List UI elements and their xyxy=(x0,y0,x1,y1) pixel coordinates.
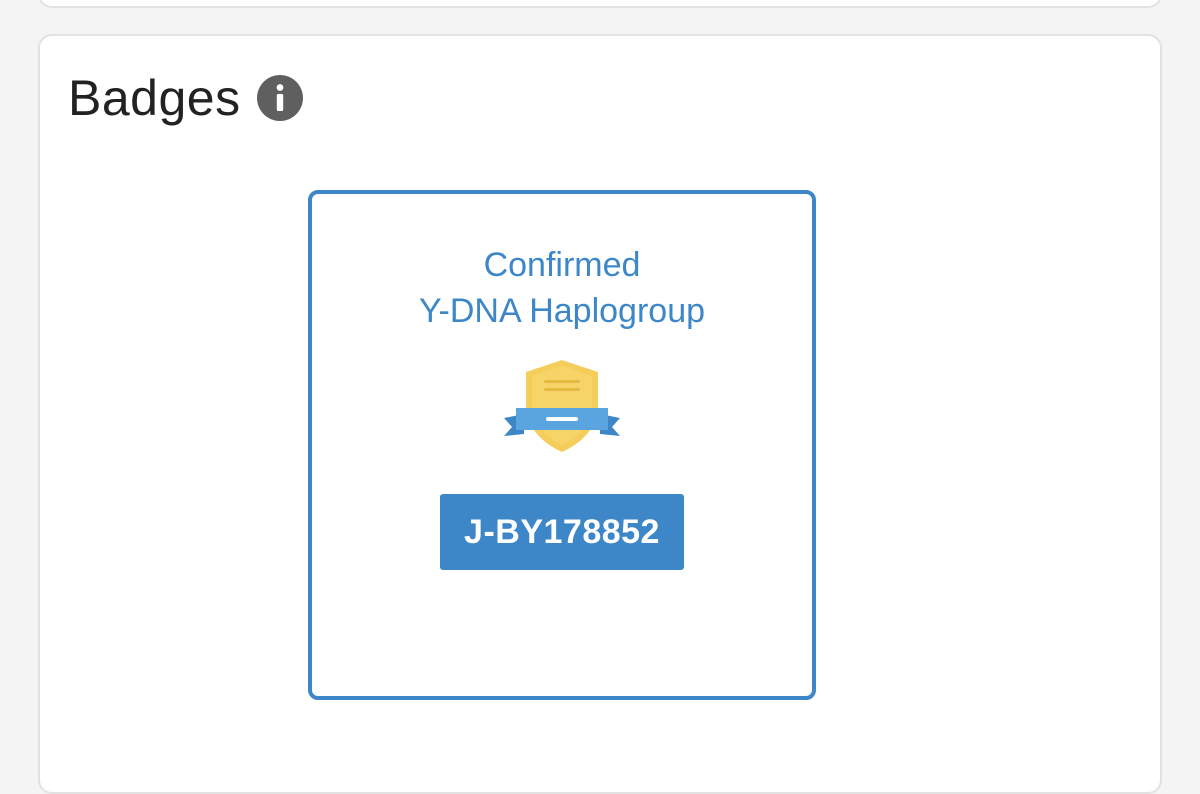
section-title: Badges xyxy=(68,70,241,126)
shield-ribbon-icon xyxy=(504,360,620,452)
haplogroup-badge[interactable]: Confirmed Y-DNA Haplogroup J-BY178852 xyxy=(308,190,816,700)
haplogroup-chip[interactable]: J-BY178852 xyxy=(440,494,684,570)
info-icon[interactable] xyxy=(256,75,303,121)
badge-title: Confirmed Y-DNA Haplogroup xyxy=(419,242,705,334)
badge-title-line1: Confirmed xyxy=(483,246,641,284)
badge-title-line2: Y-DNA Haplogroup xyxy=(418,292,706,330)
previous-section-card xyxy=(38,0,1162,8)
badges-header: Badges xyxy=(68,70,303,126)
